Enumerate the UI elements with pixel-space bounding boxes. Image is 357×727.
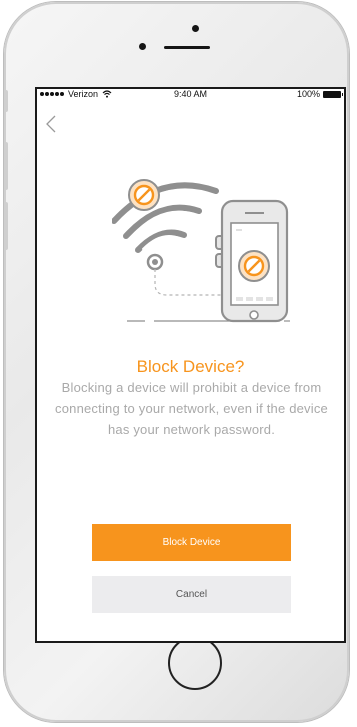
block-device-button[interactable]: Block Device: [92, 524, 291, 561]
status-right: 100%: [296, 89, 343, 99]
battery-icon: [323, 90, 343, 98]
app-screen: Verizon 9:40 AM 100% Block Device? Block…: [35, 87, 346, 643]
volume-up-button: [4, 142, 8, 190]
front-camera: [139, 43, 146, 50]
block-device-illustration: [112, 179, 290, 323]
earpiece-speaker: [164, 46, 210, 49]
cancel-button[interactable]: Cancel: [92, 576, 291, 613]
home-button[interactable]: [168, 636, 222, 690]
battery-percent: 100%: [296, 89, 320, 99]
dialog-description: Blocking a device will prohibit a device…: [55, 380, 328, 437]
sensor-dot: [192, 25, 199, 32]
volume-down-button: [4, 202, 8, 250]
phone-block-icon: [215, 199, 289, 323]
mute-switch: [4, 90, 8, 112]
back-chevron-icon[interactable]: [43, 114, 61, 134]
dialog-title: Block Device?: [136, 357, 245, 376]
status-bar: Verizon 9:40 AM 100%: [37, 89, 344, 101]
